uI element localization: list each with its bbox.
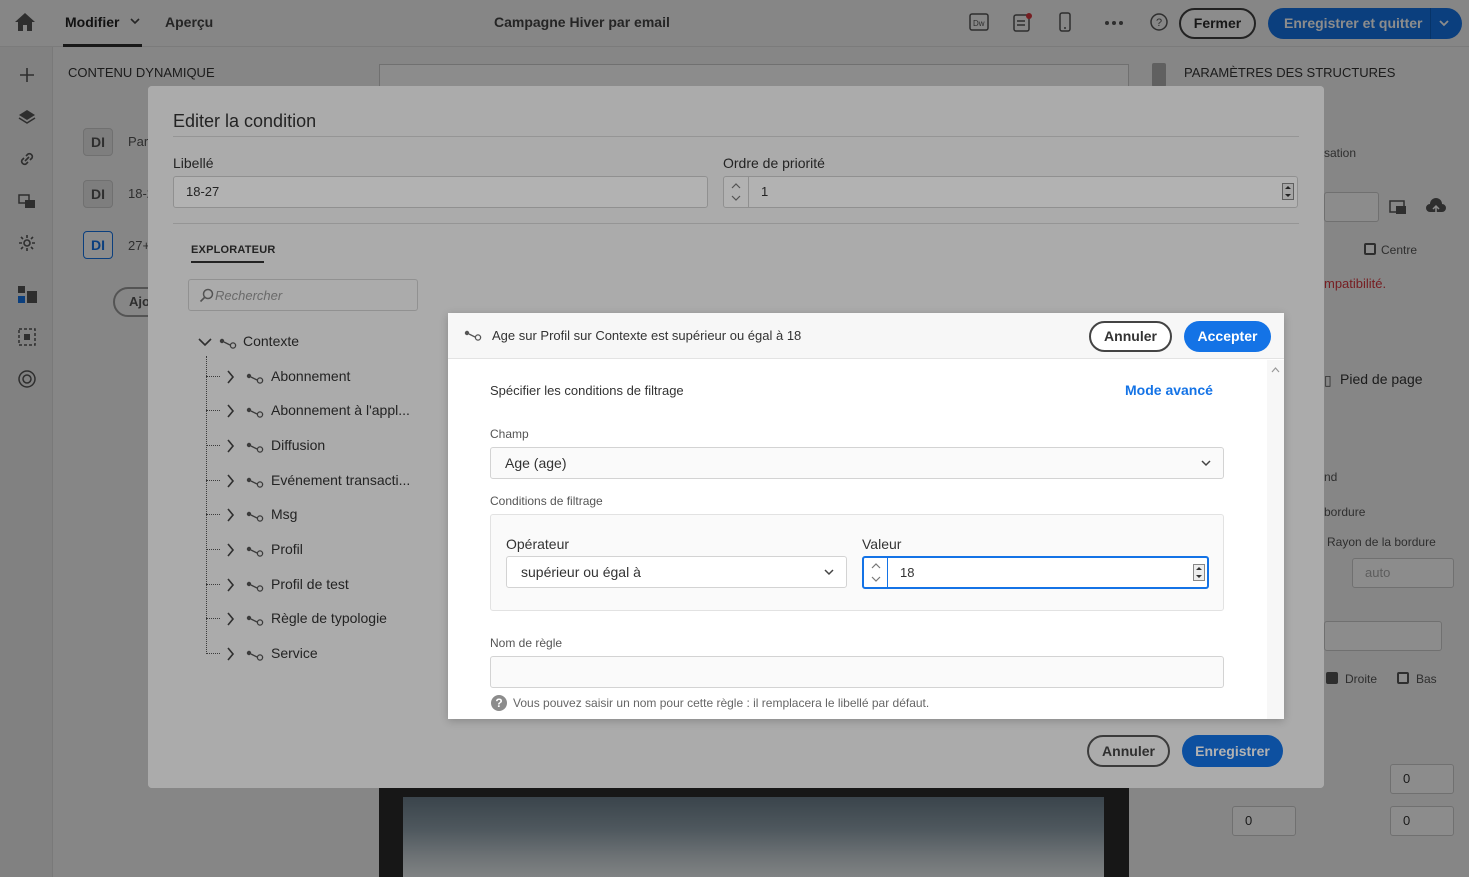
chevron-down-icon [1201,459,1211,467]
operator-label: Opérateur [506,536,570,552]
value-input[interactable]: 18 [862,556,1209,589]
rule-name-input[interactable] [490,656,1224,688]
operator-select[interactable]: supérieur ou égal à [506,556,847,588]
accept-button[interactable]: Accepter [1184,321,1271,352]
rule-name-label: Nom de règle [490,636,563,650]
section-title: Spécifier les conditions de filtrage [490,383,684,398]
chevron-down-icon [824,568,834,576]
field-select[interactable]: Age (age) [490,447,1224,479]
rule-name-help-text: Vous pouvez saisir un nom pour cette règ… [513,696,930,710]
cancel-button[interactable]: Annuler [1089,321,1172,352]
advanced-mode-link[interactable]: Mode avancé [1125,382,1213,398]
filter-condition-dialog: Age sur Profil sur Contexte est supérieu… [448,313,1284,719]
node-icon [464,329,482,341]
value-label: Valeur [862,536,902,552]
operator-select-value: supérieur ou égal à [521,564,641,580]
value-input-text: 18 [900,565,915,580]
field-select-value: Age (age) [505,455,567,471]
field-label: Champ [490,427,529,441]
value-stepper[interactable] [864,558,888,587]
spin-icon[interactable] [1193,564,1205,581]
help-icon: ? [491,695,507,711]
conditions-label: Conditions de filtrage [490,494,603,508]
filter-dialog-title: Age sur Profil sur Contexte est supérieu… [492,328,802,343]
filter-dialog-header: Age sur Profil sur Contexte est supérieu… [448,313,1284,359]
scrollbar[interactable] [1267,360,1284,719]
